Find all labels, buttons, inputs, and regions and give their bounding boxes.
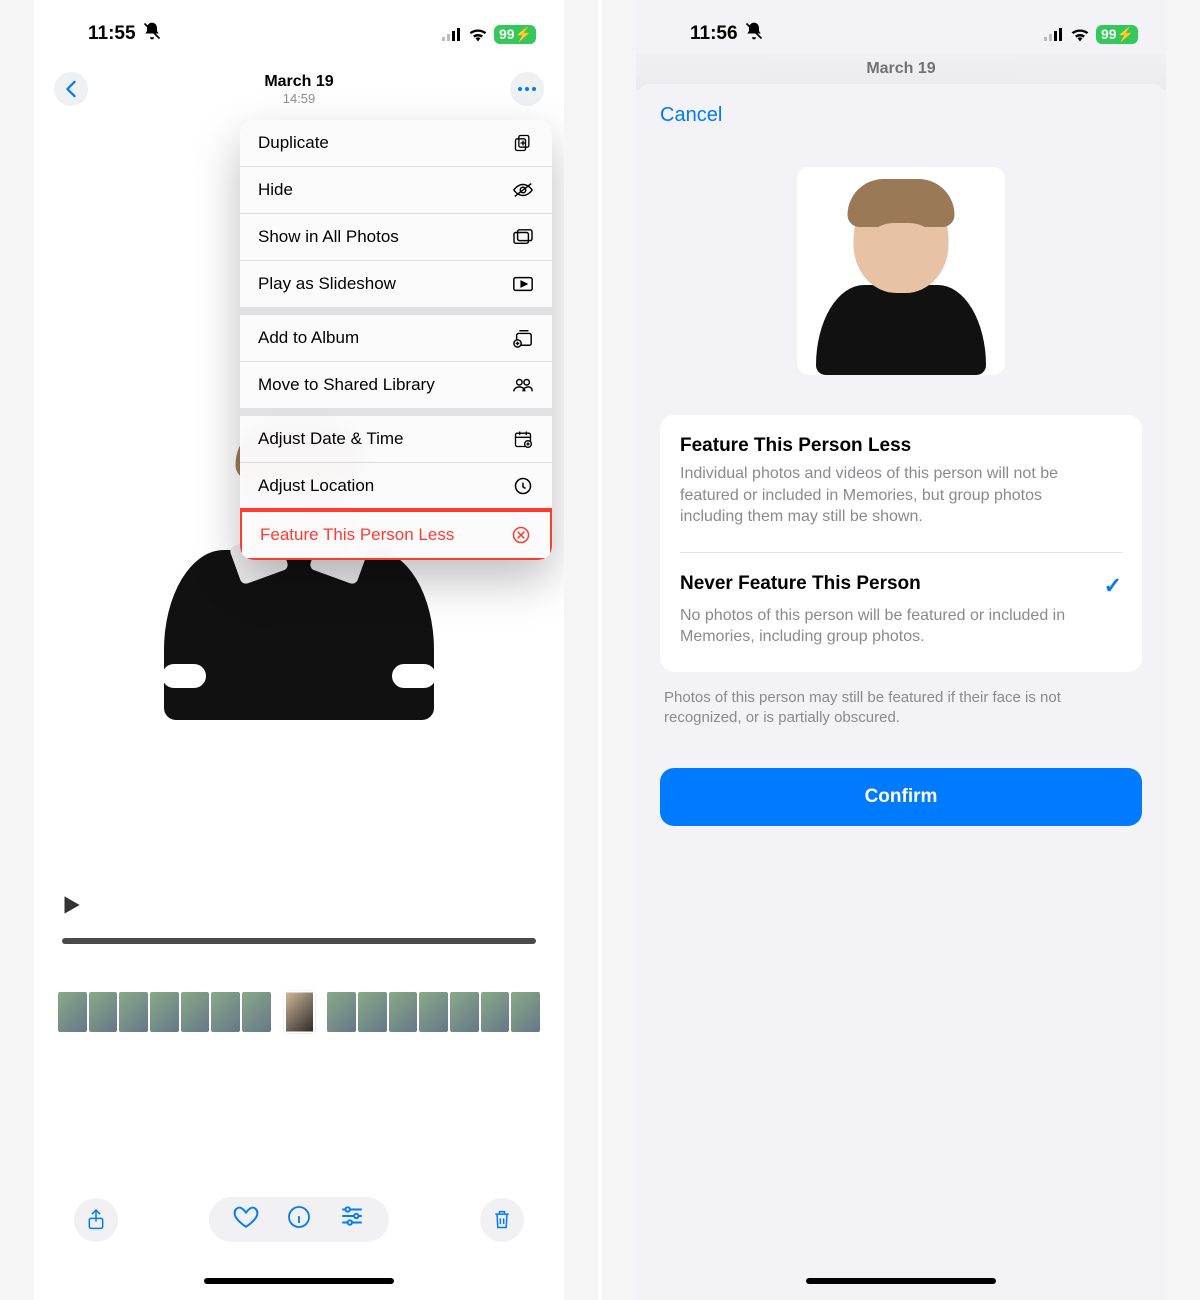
person-avatar xyxy=(797,167,1005,375)
menu-slideshow[interactable]: Play as Slideshow xyxy=(240,261,552,307)
menu-show-all[interactable]: Show in All Photos xyxy=(240,214,552,261)
battery-indicator: 99⚡ xyxy=(1096,25,1138,44)
cellular-icon xyxy=(442,27,462,41)
photo-header: March 19 14:59 xyxy=(34,56,564,114)
status-bar: 11:55 99⚡ xyxy=(34,0,564,56)
thumbnail-strip[interactable] xyxy=(58,992,540,1032)
video-timeline[interactable] xyxy=(62,938,536,944)
wifi-icon xyxy=(468,26,488,42)
bell-slash-icon xyxy=(744,21,764,47)
menu-adjust-location[interactable]: Adjust Location xyxy=(240,463,552,510)
slideshow-icon xyxy=(512,273,534,295)
menu-add-album[interactable]: Add to Album xyxy=(240,315,552,362)
feature-less-sheet: Cancel Feature This Person Less Individu… xyxy=(636,84,1166,1300)
home-indicator[interactable] xyxy=(806,1278,996,1284)
more-button[interactable] xyxy=(510,72,544,106)
back-button[interactable] xyxy=(54,72,88,106)
shared-library-icon xyxy=(512,374,534,396)
info-button[interactable] xyxy=(287,1205,311,1234)
phone-right: 11:56 99⚡ March 19 Cancel Feat xyxy=(636,0,1166,1300)
status-bar: 11:56 99⚡ xyxy=(636,0,1166,56)
confirm-button[interactable]: Confirm xyxy=(660,768,1142,826)
toolbar xyxy=(34,1197,564,1242)
all-photos-icon xyxy=(512,226,534,248)
option-never-feature[interactable]: Never Feature This Person ✓ No photos of… xyxy=(680,552,1122,672)
photo-time: 14:59 xyxy=(88,91,510,106)
location-icon xyxy=(512,475,534,497)
thumbnail-selected xyxy=(284,990,315,1033)
checkmark-icon: ✓ xyxy=(1104,573,1122,599)
menu-adjust-date[interactable]: Adjust Date & Time xyxy=(240,416,552,463)
add-album-icon xyxy=(512,327,534,349)
status-time: 11:55 xyxy=(88,23,136,45)
options-card: Feature This Person Less Individual phot… xyxy=(660,415,1142,672)
cellular-icon xyxy=(1044,27,1064,41)
menu-hide[interactable]: Hide xyxy=(240,167,552,214)
calendar-icon xyxy=(512,428,534,450)
photo-date: March 19 xyxy=(88,73,510,91)
battery-indicator: 99⚡ xyxy=(494,25,536,44)
footnote: Photos of this person may still be featu… xyxy=(660,672,1142,729)
context-menu: Duplicate Hide Show in All Photos Play a… xyxy=(240,120,552,560)
wifi-icon xyxy=(1070,26,1090,42)
menu-feature-less[interactable]: Feature This Person Less xyxy=(242,512,550,558)
status-time: 11:56 xyxy=(690,23,738,45)
favorite-button[interactable] xyxy=(233,1205,259,1234)
hide-icon xyxy=(512,179,534,201)
play-button[interactable] xyxy=(58,892,84,923)
adjust-button[interactable] xyxy=(339,1205,365,1234)
cancel-button[interactable]: Cancel xyxy=(660,84,1142,127)
menu-duplicate[interactable]: Duplicate xyxy=(240,120,552,167)
share-button[interactable] xyxy=(74,1198,118,1242)
bell-slash-icon xyxy=(142,21,162,47)
circle-x-icon xyxy=(510,524,532,546)
trash-button[interactable] xyxy=(480,1198,524,1242)
duplicate-icon xyxy=(512,132,534,154)
option-feature-less[interactable]: Feature This Person Less Individual phot… xyxy=(680,415,1122,552)
menu-shared-library[interactable]: Move to Shared Library xyxy=(240,362,552,408)
phone-left: 11:55 99⚡ March 19 14:59 xyxy=(34,0,564,1300)
home-indicator[interactable] xyxy=(204,1278,394,1284)
